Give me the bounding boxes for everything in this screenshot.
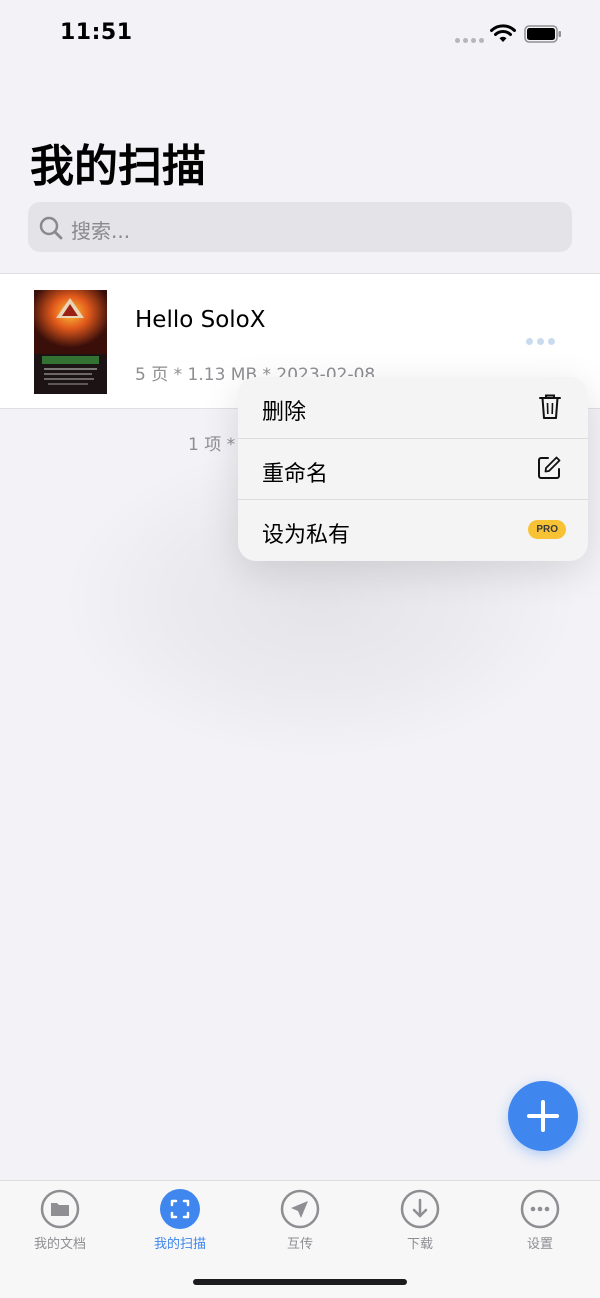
tab-label: 下载 (406, 1237, 433, 1252)
status-time: 11:51 (60, 20, 133, 45)
status-bar: 11:51 (0, 0, 600, 70)
home-indicator (193, 1279, 407, 1285)
menu-item-make-private[interactable]: 设为私有 PRO (238, 499, 588, 560)
menu-item-label: 设为私有 (262, 523, 351, 548)
tab-settings[interactable]: 设置 (480, 1189, 600, 1259)
add-scan-button[interactable] (508, 1081, 578, 1151)
folder-icon (40, 1189, 80, 1229)
pro-badge: PRO (528, 520, 566, 539)
scan-icon (160, 1189, 200, 1229)
edit-icon (538, 456, 561, 479)
document-thumbnail[interactable] (34, 290, 107, 394)
page-title: 我的扫描 (30, 141, 206, 192)
tab-label: 设置 (526, 1237, 553, 1252)
trash-icon (539, 394, 561, 419)
download-icon (400, 1189, 440, 1229)
send-icon (280, 1189, 320, 1229)
more-circle-icon (520, 1189, 560, 1229)
more-options-button[interactable] (522, 334, 559, 349)
menu-item-label: 删除 (262, 400, 307, 425)
battery-icon (524, 25, 561, 43)
wifi-icon (490, 24, 516, 42)
tab-my-documents[interactable]: 我的文档 (0, 1189, 120, 1259)
tab-label: 我的文档 (33, 1237, 86, 1252)
context-menu: 删除 重命名 设为私有 PRO (238, 377, 588, 561)
menu-item-label: 重命名 (262, 462, 329, 487)
search-input[interactable]: 搜索... (28, 202, 572, 252)
tab-label: 互传 (286, 1237, 313, 1252)
signal-icon (455, 38, 484, 43)
tab-transfer[interactable]: 互传 (240, 1189, 360, 1259)
menu-item-rename[interactable]: 重命名 (238, 438, 588, 499)
tab-label: 我的扫描 (153, 1237, 206, 1252)
menu-item-delete[interactable]: 删除 (238, 377, 588, 438)
search-icon (39, 216, 63, 240)
document-title: Hello SoloX (135, 307, 266, 333)
tab-download[interactable]: 下载 (360, 1189, 480, 1259)
search-placeholder: 搜索... (71, 219, 131, 243)
tab-my-scans[interactable]: 我的扫描 (120, 1189, 240, 1259)
